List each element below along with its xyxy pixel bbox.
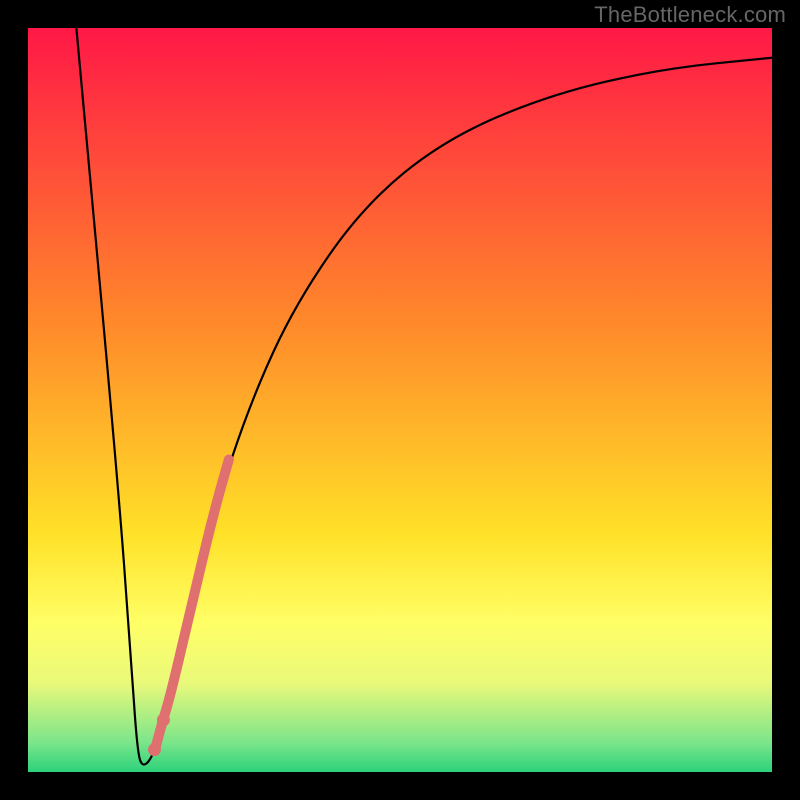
plot-area	[28, 28, 772, 772]
highlight-dot	[157, 713, 170, 726]
highlight-dot	[148, 743, 161, 756]
chart-frame: TheBottleneck.com	[0, 0, 800, 800]
watermark-text: TheBottleneck.com	[594, 2, 786, 28]
bottleneck-chart	[0, 0, 800, 800]
